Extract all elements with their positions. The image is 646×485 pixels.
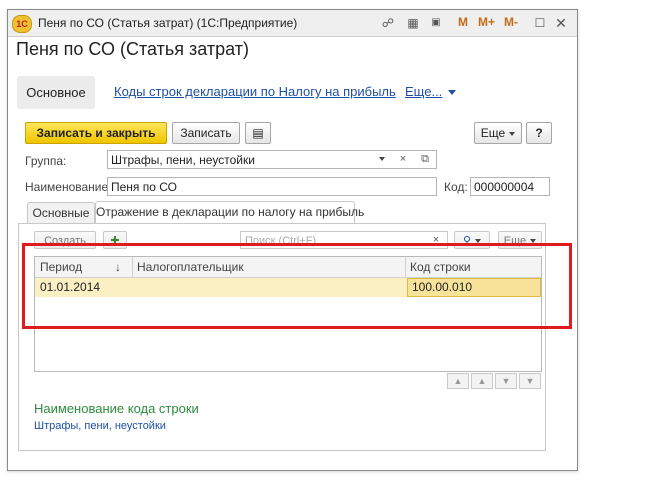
report-icon[interactable]: ▤	[245, 122, 271, 144]
window-title: Пеня по СО (Статья затрат) (1С:Предприят…	[38, 16, 298, 30]
chevron-down-icon	[509, 131, 516, 136]
name-value: Пеня по СО	[111, 180, 177, 194]
m-minus-button[interactable]: M-	[504, 15, 518, 29]
move-last-icon[interactable]: ▼	[519, 373, 541, 389]
save-button[interactable]: Записать	[172, 122, 240, 144]
line-code-name-label: Наименование кода строки	[34, 401, 199, 416]
link-icon[interactable]: ☍	[380, 15, 396, 31]
move-up-icon[interactable]: ▲	[471, 373, 493, 389]
close-icon[interactable]: ✕	[553, 15, 569, 31]
group-value: Штрафы, пени, неустойки	[111, 153, 255, 167]
nav-more-label: Еще...	[405, 84, 443, 99]
nav-more-link[interactable]: Еще...	[405, 84, 457, 99]
app-logo-icon: 1С	[12, 15, 32, 33]
more-actions-button[interactable]: Еще	[474, 122, 522, 144]
page-title: Пеня по СО (Статья затрат)	[16, 39, 249, 59]
open-icon[interactable]: ⧉	[416, 150, 434, 169]
clear-icon[interactable]: ×	[394, 150, 412, 169]
m-button[interactable]: M	[458, 15, 468, 29]
name-label: Наименование:	[25, 180, 112, 194]
move-first-icon[interactable]: ▲	[447, 373, 469, 389]
code-value: 000000004	[474, 180, 535, 194]
code-field[interactable]: 000000004	[470, 177, 550, 196]
chevron-down-icon	[448, 90, 457, 96]
move-down-icon[interactable]: ▼	[495, 373, 517, 389]
tab-tax-declaration[interactable]: Отражение в декларации по налогу на приб…	[95, 201, 364, 223]
group-label: Группа:	[25, 154, 67, 168]
help-button[interactable]: ?	[526, 122, 552, 144]
more-actions-label: Еще	[480, 126, 506, 140]
nav-link-declaration-codes[interactable]: Коды строк декларации по Налогу на прибы…	[114, 84, 396, 99]
line-code-name-value[interactable]: Штрафы, пени, неустойки	[34, 420, 166, 432]
name-field[interactable]: Пеня по СО	[107, 177, 437, 196]
highlight-frame	[22, 243, 572, 329]
title-bar: 1С Пеня по СО (Статья затрат) (1С:Предпр…	[8, 10, 577, 37]
tab-main[interactable]: Основные	[27, 202, 95, 223]
save-and-close-button[interactable]: Записать и закрыть	[25, 122, 167, 144]
calculator-icon[interactable]: ▦	[405, 15, 421, 31]
dropdown-icon[interactable]	[373, 150, 391, 169]
nav-tab-main[interactable]: Основное	[17, 76, 95, 109]
m-plus-button[interactable]: M+	[478, 15, 495, 29]
calendar-icon[interactable]: ▣	[428, 15, 444, 31]
maximize-icon[interactable]: ☐	[532, 15, 548, 31]
code-label: Код:	[444, 180, 468, 194]
